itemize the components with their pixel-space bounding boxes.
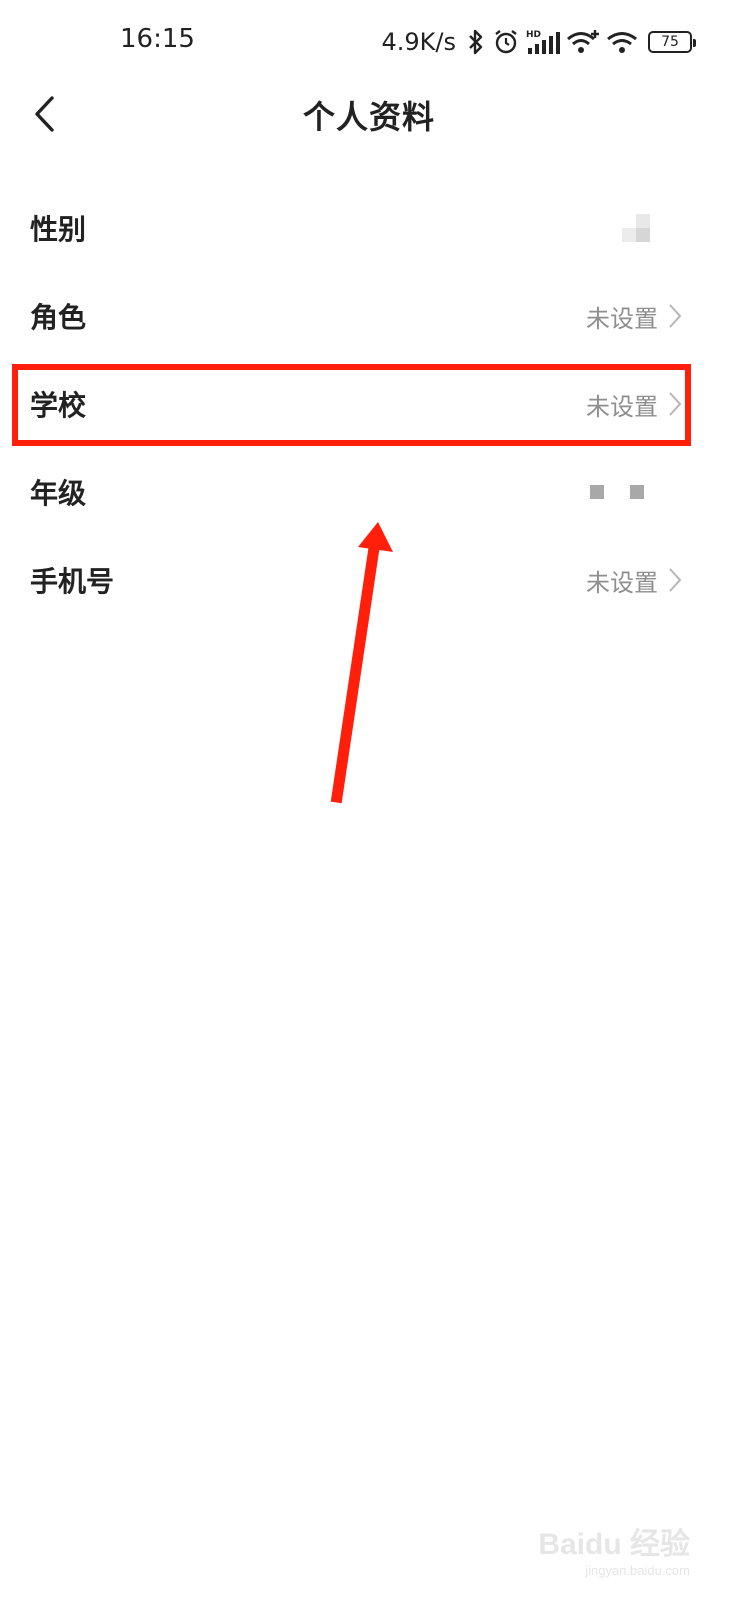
status-bar: 16:15 4.9K/s HD 75 [0, 0, 738, 84]
obscured-value-gender [622, 214, 650, 242]
status-time: 16:15 [120, 24, 195, 54]
page-title: 个人资料 [302, 98, 435, 136]
screen: 16:15 4.9K/s HD 75 个人资料 性别 角色 未设置 学校 未设置… [0, 0, 738, 1600]
hd-signal-icon: HD [526, 30, 560, 54]
row-value-text: 未设置 [586, 568, 658, 597]
profile-row-school[interactable]: 学校 未设置 [0, 360, 738, 448]
profile-row-grade[interactable]: 年级 [0, 448, 738, 536]
row-label-school: 学校 [30, 389, 87, 422]
bluetooth-icon [469, 29, 483, 55]
profile-list: 性别 角色 未设置 学校 未设置 年级 手机号 未设置 [0, 184, 738, 624]
row-value-gender [622, 184, 650, 272]
row-label-phone: 手机号 [30, 565, 115, 598]
profile-row-role[interactable]: 角色 未设置 [0, 272, 738, 360]
watermark-logo: Baidu 经验 jingyan.baidu.com [538, 1519, 690, 1578]
battery-level: 75 [661, 34, 679, 50]
obscured-value-grade [590, 485, 644, 499]
wifi-icon [607, 32, 637, 53]
row-label-gender: 性别 [30, 213, 87, 246]
chevron-right-icon [669, 392, 682, 416]
profile-row-gender[interactable]: 性别 [0, 184, 738, 272]
row-value-text: 未设置 [586, 304, 658, 333]
watermark-brand: Baidu 经验 [538, 1528, 690, 1561]
row-label-grade: 年级 [30, 477, 87, 510]
wifi-plus-icon [567, 30, 599, 53]
battery-icon: 75 [648, 31, 696, 53]
profile-row-phone[interactable]: 手机号 未设置 [0, 536, 738, 624]
top-bar: 个人资料 [0, 84, 738, 144]
row-label-role: 角色 [30, 301, 87, 334]
alarm-icon [495, 30, 517, 54]
row-value-grade [590, 448, 644, 536]
chevron-right-icon [669, 304, 682, 328]
watermark-domain: jingyan.baidu.com [585, 1563, 690, 1578]
row-value-text: 未设置 [586, 392, 658, 421]
chevron-right-icon [669, 568, 682, 592]
status-icons: 4.9K/s HD 75 [381, 22, 696, 62]
network-speed: 4.9K/s [381, 28, 457, 56]
row-value-phone: 未设置 [586, 536, 682, 624]
row-value-role: 未设置 [586, 272, 682, 360]
row-value-school: 未设置 [586, 360, 682, 448]
svg-text:HD: HD [526, 30, 541, 40]
